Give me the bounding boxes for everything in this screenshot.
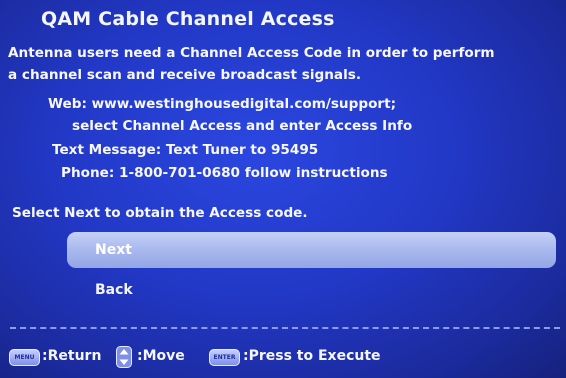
page-title: QAM Cable Channel Access: [41, 8, 335, 30]
up-down-arrows-icon: [116, 346, 132, 368]
web-instructions: select Channel Access and enter Access I…: [72, 118, 413, 134]
text-message-info: Text Message: Text Tuner to 95495: [52, 142, 319, 158]
info-line-1: Antenna users need a Channel Access Code…: [8, 45, 495, 61]
menu-key-icon: MENU: [9, 349, 40, 366]
phone-info: Phone: 1-800-701-0680 follow instruction…: [61, 165, 388, 181]
return-label: :Return: [42, 348, 102, 364]
divider: [10, 327, 560, 329]
enter-key-icon: ENTER: [209, 349, 240, 366]
move-label: :Move: [137, 348, 185, 364]
next-prompt: Select Next to obtain the Access code.: [12, 205, 308, 221]
web-info: Web: www.westinghousedigital.com/support…: [48, 96, 397, 112]
info-line-2: a channel scan and receive broadcast sig…: [8, 67, 361, 83]
next-button[interactable]: Next: [67, 232, 556, 268]
key-legend: MENU :Return :Move ENTER :Press to Execu…: [0, 345, 566, 371]
back-button[interactable]: Back: [67, 272, 556, 308]
execute-label: :Press to Execute: [243, 348, 381, 364]
qam-access-screen: QAM Cable Channel Access Antenna users n…: [0, 0, 566, 378]
